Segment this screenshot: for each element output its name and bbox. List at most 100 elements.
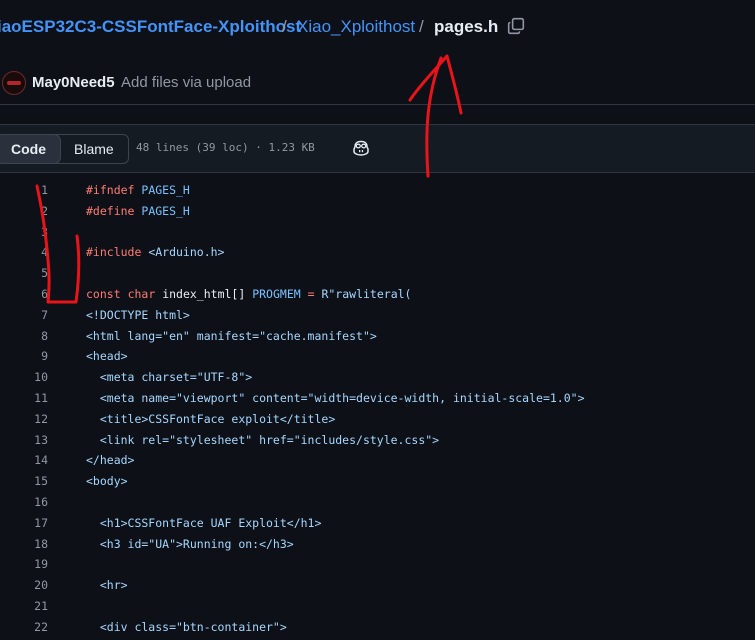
code-line: 11 <meta name="viewport" content="width=… [0, 388, 755, 409]
breadcrumb-separator: / [282, 17, 287, 36]
file-stats: 48 lines (39 loc) · 1.23 KB [136, 141, 315, 154]
code-token: <title>CSSFontFace exploit</title> [86, 411, 336, 426]
line-number[interactable]: 22 [8, 617, 48, 638]
breadcrumb: iaoESP32C3-CSSFontFace-Xploithost / Xiao… [0, 12, 755, 42]
file-toolbar: Code Blame 48 lines (39 loc) · 1.23 KB [0, 124, 755, 173]
code-line-content: <meta name="viewport" content="width=dev… [86, 388, 585, 409]
code-line: 14 </head> [0, 450, 755, 471]
code-token: PROGMEM [252, 286, 301, 301]
line-number[interactable]: 4 [8, 242, 48, 263]
code-token: PAGES_H [134, 183, 190, 197]
line-number[interactable]: 20 [8, 575, 48, 596]
code-line: 20 <hr> [0, 575, 755, 596]
code-line-content: <!DOCTYPE html> [86, 305, 190, 326]
code-token: char [127, 286, 156, 301]
code-line: 8 <html lang="en" manifest="cache.manifes… [0, 326, 755, 347]
code-line: 5 [0, 263, 755, 284]
breadcrumb-current-file: pages.h [434, 17, 499, 36]
code-line: 15 <body> [0, 471, 755, 492]
code-token: <div class="btn-container"> [86, 619, 287, 634]
breadcrumb-repo-link[interactable]: iaoESP32C3-CSSFontFace-Xploithost [0, 17, 301, 37]
code-line: 4 #include <Arduino.h> [0, 242, 755, 263]
line-number[interactable]: 1 [8, 180, 48, 201]
code-token: <head> [86, 349, 128, 364]
line-number[interactable]: 8 [8, 326, 48, 347]
code-line-content: <link rel="stylesheet" href="includes/st… [86, 430, 439, 451]
code-token: const [86, 286, 121, 301]
code-token: R"rawliteral( [321, 286, 412, 301]
line-number[interactable]: 19 [8, 554, 48, 575]
copy-icon[interactable] [507, 17, 525, 35]
code-token: <meta charset="UTF-8"> [86, 370, 253, 385]
code-blame-toggle: Code Blame [0, 134, 129, 164]
code-line-content: </head> [86, 450, 134, 471]
code-view: 1 #ifndef PAGES_H 2 #define PAGES_H 3 4 #inclu… [0, 180, 755, 638]
code-line: 19 [0, 554, 755, 575]
line-number[interactable]: 10 [8, 367, 48, 388]
code-token: <body> [86, 474, 128, 489]
line-number[interactable]: 12 [8, 409, 48, 430]
blame-tab[interactable]: Blame [60, 135, 128, 163]
code-line-content: #ifndef PAGES_H [86, 180, 190, 201]
line-number[interactable]: 15 [8, 471, 48, 492]
code-line-content: <html lang="en" manifest="cache.manifest… [86, 326, 377, 347]
line-number[interactable]: 16 [8, 492, 48, 513]
code-line: 6 const char index_html[] PROGMEM = R"raw… [0, 284, 755, 305]
breadcrumb-folder-link[interactable]: Xiao_Xploithost [297, 17, 415, 37]
copilot-icon[interactable] [352, 139, 370, 157]
code-line: 10 <meta charset="UTF-8"> [0, 367, 755, 388]
code-token: <link rel="stylesheet" href="includes/st… [86, 432, 440, 447]
code-token: #define [86, 203, 135, 218]
code-line: 7 <!DOCTYPE html> [0, 305, 755, 326]
line-number[interactable]: 11 [8, 388, 48, 409]
code-line: 17 <h1>CSSFontFace UAF Exploit</h1> [0, 513, 755, 534]
commit-author[interactable]: May0Need5 [32, 74, 115, 91]
code-token: PAGES_H [134, 203, 190, 218]
line-number[interactable]: 18 [8, 534, 48, 555]
breadcrumb-separator: / [419, 17, 424, 36]
code-line: 16 [0, 492, 755, 513]
code-token: <html lang="en" manifest="cache.manifest… [86, 328, 377, 343]
code-line: 2 #define PAGES_H [0, 201, 755, 222]
code-token: #ifndef [86, 183, 135, 197]
avatar[interactable] [2, 71, 26, 95]
line-number[interactable]: 5 [8, 263, 48, 284]
commit-message[interactable]: Add files via upload [121, 74, 251, 91]
code-line-content: const char index_html[] PROGMEM = R"rawl… [86, 284, 411, 305]
code-line-content: <head> [86, 346, 128, 367]
line-number[interactable]: 2 [8, 201, 48, 222]
code-token: <!DOCTYPE html> [86, 307, 190, 322]
code-line: 13 <link rel="stylesheet" href="includes… [0, 430, 755, 451]
line-number[interactable]: 14 [8, 450, 48, 471]
latest-commit-row: May0Need5 Add files via upload [0, 62, 755, 105]
line-number[interactable]: 9 [8, 346, 48, 367]
code-token: </head> [86, 453, 135, 468]
line-number[interactable]: 6 [8, 284, 48, 305]
code-token: <meta name="viewport" content="width=dev… [86, 390, 585, 405]
code-token: <Arduino.h> [141, 245, 225, 260]
code-line-content: <title>CSSFontFace exploit</title> [86, 409, 335, 430]
code-line: 22 <div class="btn-container"> [0, 617, 755, 638]
line-number[interactable]: 3 [8, 222, 48, 243]
code-line: 12 <title>CSSFontFace exploit</title> [0, 409, 755, 430]
code-token: index_html[] [155, 286, 253, 301]
line-number[interactable]: 7 [8, 305, 48, 326]
code-line-content: <h3 id="UA">Running on:</h3> [86, 534, 294, 555]
line-number[interactable]: 17 [8, 513, 48, 534]
code-line-content: <h1>CSSFontFace UAF Exploit</h1> [86, 513, 322, 534]
code-line-content: <div class="btn-container"> [86, 617, 287, 638]
code-line-content: <hr> [86, 575, 128, 596]
line-number[interactable]: 13 [8, 430, 48, 451]
code-token: <h1>CSSFontFace UAF Exploit</h1> [86, 515, 322, 530]
code-line-content: <meta charset="UTF-8"> [86, 367, 252, 388]
code-line-content: #define PAGES_H [86, 201, 190, 222]
code-tab[interactable]: Code [0, 135, 60, 163]
code-line: 18 <h3 id="UA">Running on:</h3> [0, 534, 755, 555]
code-token: <hr> [86, 578, 128, 593]
code-line: 21 [0, 596, 755, 617]
code-line: 1 #ifndef PAGES_H [0, 180, 755, 201]
line-number[interactable]: 21 [8, 596, 48, 617]
code-line: 9 <head> [0, 346, 755, 367]
code-line-content: #include <Arduino.h> [86, 242, 224, 263]
